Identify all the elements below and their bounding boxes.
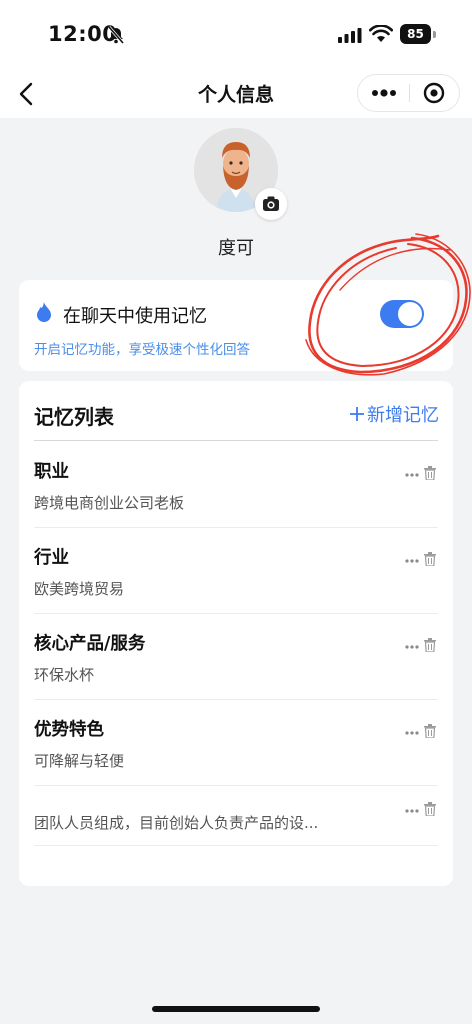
trash-icon[interactable] — [424, 552, 436, 566]
more-dots-icon[interactable] — [404, 472, 420, 478]
battery-tip — [433, 31, 436, 38]
more-dots-icon[interactable] — [358, 75, 409, 111]
memory-item-value: 可降解与轻便 — [34, 752, 125, 770]
home-indicator[interactable] — [152, 1006, 320, 1012]
more-dots-icon[interactable] — [404, 808, 420, 814]
profile-name: 度可 — [218, 238, 254, 259]
memory-toggle-card: 在聊天中使用记忆 开启记忆功能，享受极速个性化回答 — [19, 280, 453, 371]
wifi-icon — [369, 25, 393, 42]
flame-icon — [37, 302, 51, 322]
trash-icon[interactable] — [424, 638, 436, 652]
nav-bar: 个人信息 — [0, 70, 472, 118]
memory-item-value: 跨境电商创业公司老板 — [34, 494, 185, 512]
add-memory-label: 新增记忆 — [367, 405, 439, 426]
battery-level: 85 — [400, 24, 431, 44]
memory-item[interactable]: 行业 欧美跨境贸易 — [34, 528, 438, 614]
trash-icon[interactable] — [424, 802, 436, 816]
trash-icon[interactable] — [424, 466, 436, 480]
bell-slash-icon — [107, 26, 125, 44]
memory-item-value: 团队人员组成，目前创始人负责产品的设... — [34, 814, 319, 832]
status-bar: 12:00 85 — [0, 0, 472, 70]
header-divider — [34, 440, 438, 441]
memory-item-label: 职业 — [34, 462, 69, 482]
memory-list-title: 记忆列表 — [34, 405, 114, 429]
camera-icon[interactable] — [255, 188, 287, 220]
cellular-signal-icon — [338, 28, 362, 43]
phone-screen: 12:00 85 个人信息 度可 在聊天中使用记忆 开启记忆功能，享受极速个性化… — [0, 0, 472, 1024]
add-memory-button[interactable]: 新增记忆 — [349, 401, 439, 427]
memory-item-label: 核心产品/服务 — [34, 634, 146, 654]
memory-toggle-switch[interactable] — [380, 300, 424, 328]
target-circle-icon[interactable] — [410, 75, 460, 111]
memory-toggle-title: 在聊天中使用记忆 — [63, 306, 207, 327]
battery-icon: 85 — [400, 24, 436, 44]
trash-icon[interactable] — [424, 724, 436, 738]
memory-item-value: 环保水杯 — [34, 666, 95, 684]
memory-toggle-subtitle: 开启记忆功能，享受极速个性化回答 — [34, 342, 250, 358]
more-dots-icon[interactable] — [404, 558, 420, 564]
memory-item[interactable]: 职业 跨境电商创业公司老板 — [34, 442, 438, 528]
memory-item-label: 行业 — [34, 548, 69, 568]
memory-item[interactable]: 优势特色 可降解与轻便 — [34, 700, 438, 786]
memory-item-value: 欧美跨境贸易 — [34, 580, 125, 598]
memory-item-label: 优势特色 — [34, 720, 104, 740]
memory-item[interactable]: 团队人员组成，目前创始人负责产品的设... — [34, 786, 438, 846]
mini-program-capsule — [357, 74, 460, 112]
more-dots-icon[interactable] — [404, 730, 420, 736]
more-dots-icon[interactable] — [404, 644, 420, 650]
memory-list-card: 记忆列表 新增记忆 职业 跨境电商创业公司老板 行业 欧美跨境贸易 核心产品/服… — [19, 381, 453, 886]
plus-icon — [350, 407, 364, 421]
switch-knob — [398, 302, 422, 326]
memory-item[interactable]: 核心产品/服务 环保水杯 — [34, 614, 438, 700]
